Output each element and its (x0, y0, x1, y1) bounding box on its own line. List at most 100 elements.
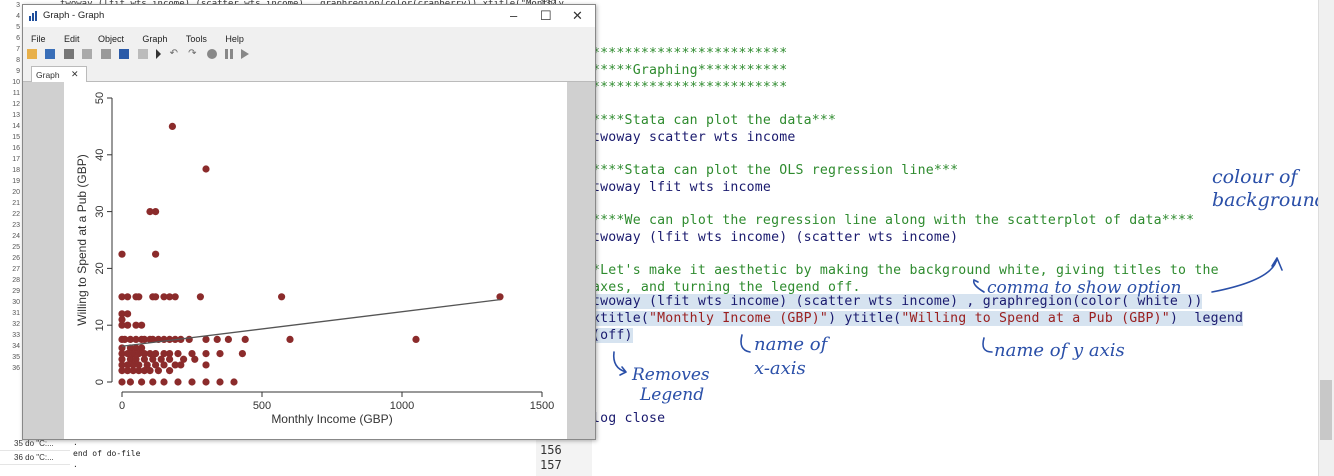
data-point (118, 378, 126, 386)
data-point (278, 293, 286, 301)
do-file-editor[interactable]: ************************ *****Graphing***… (592, 0, 1334, 476)
y-tick-label: 10 (94, 319, 106, 331)
data-point (177, 361, 185, 369)
line-number: 16 (12, 145, 20, 152)
line-number: 23 (12, 222, 20, 229)
grid-icon[interactable] (137, 48, 148, 59)
data-point (202, 361, 210, 369)
annotation-colour: colour of (1212, 166, 1300, 188)
menu-file[interactable]: File (31, 34, 46, 44)
annotation-comma: comma to show option (987, 278, 1181, 298)
line-number: 28 (12, 277, 20, 284)
data-point (202, 165, 210, 173)
data-point (124, 321, 132, 329)
annotation-name-y-axis: name of y axis (994, 340, 1125, 361)
record-icon[interactable] (206, 48, 217, 59)
arrow-comma-icon (972, 278, 985, 293)
data-point (168, 122, 176, 130)
scatter-chart: 0 10 20 30 40 50 0 500 1000 1500 Monthly Income (G… (64, 82, 567, 439)
graph-plot-area: 0 10 20 30 40 50 0 500 1000 1500 Monthly Income (G… (23, 82, 595, 439)
rename-icon[interactable] (100, 48, 111, 59)
data-point (124, 293, 132, 301)
data-point (160, 378, 168, 386)
history-item[interactable]: 36 do "C:... (0, 451, 70, 465)
save-icon[interactable] (45, 48, 56, 59)
annotation-background: background (1212, 189, 1327, 211)
data-point (174, 350, 182, 358)
history-pane[interactable]: 35 do "C:... 36 do "C:... (0, 437, 71, 476)
line-number: 14 (12, 123, 20, 130)
menu-help[interactable]: Help (225, 34, 244, 44)
bottom-line-numbers: 156 157 (536, 437, 592, 476)
data-point (149, 378, 157, 386)
data-point (154, 367, 162, 375)
line-number: 8 (16, 57, 20, 64)
data-point (202, 350, 210, 358)
data-point (230, 378, 238, 386)
line-number: 9 (16, 68, 20, 75)
data-point (135, 293, 143, 301)
graph-title-bar[interactable]: Graph - Graph – ☐ ✕ (23, 5, 595, 27)
menu-edit[interactable]: Edit (64, 34, 80, 44)
data-point (241, 335, 249, 343)
minimize-button[interactable]: – (510, 8, 517, 23)
line-number: 18 (12, 167, 20, 174)
pointer-icon[interactable] (156, 48, 162, 59)
arrow-xaxis-icon (740, 334, 751, 353)
y-tick-label: 20 (94, 262, 106, 274)
data-point (118, 315, 126, 324)
data-point (174, 378, 182, 386)
x-tick-label: 0 (119, 400, 125, 412)
open-icon[interactable] (27, 48, 37, 59)
y-tick-label: 40 (94, 149, 106, 161)
copy-icon[interactable] (82, 48, 93, 59)
data-point (152, 293, 160, 301)
line-number: 21 (12, 200, 20, 207)
line-number: 17 (12, 156, 20, 163)
x-tick-label: 500 (253, 400, 271, 412)
play-icon[interactable] (241, 48, 250, 59)
print-icon[interactable] (63, 48, 74, 59)
graph-editor-icon[interactable] (119, 48, 130, 59)
graph-toolbar: ↶ ↷ (27, 45, 587, 61)
line-number: 3 (16, 2, 20, 9)
close-button[interactable]: ✕ (572, 8, 583, 24)
graph-window-title: Graph - Graph (43, 10, 105, 21)
menu-tools[interactable]: Tools (186, 34, 207, 44)
line-number: 4 (16, 13, 20, 20)
graph-window[interactable]: Graph - Graph – ☐ ✕ File Edit Object Gra… (22, 4, 596, 440)
line-number: 11 (12, 90, 20, 97)
editor-scroll-thumb[interactable] (1320, 380, 1332, 440)
annotation-legend: Legend (639, 385, 704, 405)
line-number: 22 (12, 211, 20, 218)
arrow-background-icon (1211, 257, 1283, 293)
data-point (216, 350, 224, 358)
data-point (118, 250, 126, 258)
fit-line (121, 298, 501, 347)
data-point (124, 310, 132, 318)
results-pane: . end of do-file . (70, 437, 536, 476)
menu-object[interactable]: Object (98, 34, 124, 44)
data-point (138, 378, 146, 386)
data-point (188, 378, 196, 386)
redo-icon[interactable]: ↷ (188, 48, 198, 59)
data-point (152, 250, 160, 258)
line-number: 27 (12, 266, 20, 273)
chart-svg: 010203040500 500 1000 1500Monthly Income (G… (75, 92, 554, 426)
annotation-name-of: name of (754, 334, 831, 355)
maximize-button[interactable]: ☐ (540, 8, 552, 24)
line-number: 20 (12, 189, 20, 196)
data-point (171, 293, 179, 301)
y-tick-label: 50 (94, 92, 106, 104)
tab-graph[interactable]: Graph ✕ (31, 66, 87, 82)
handwritten-annotations: colour of background comma to show optio… (612, 166, 1327, 405)
undo-icon[interactable]: ↶ (170, 48, 180, 59)
line-number: 30 (12, 299, 20, 306)
tab-graph-label: Graph (36, 70, 60, 80)
data-point (196, 293, 204, 301)
data-point (166, 355, 174, 363)
pause-icon[interactable] (224, 48, 233, 59)
tab-close-icon[interactable]: ✕ (71, 69, 79, 80)
arrow-yaxis-icon (982, 337, 993, 353)
menu-graph[interactable]: Graph (142, 34, 167, 44)
